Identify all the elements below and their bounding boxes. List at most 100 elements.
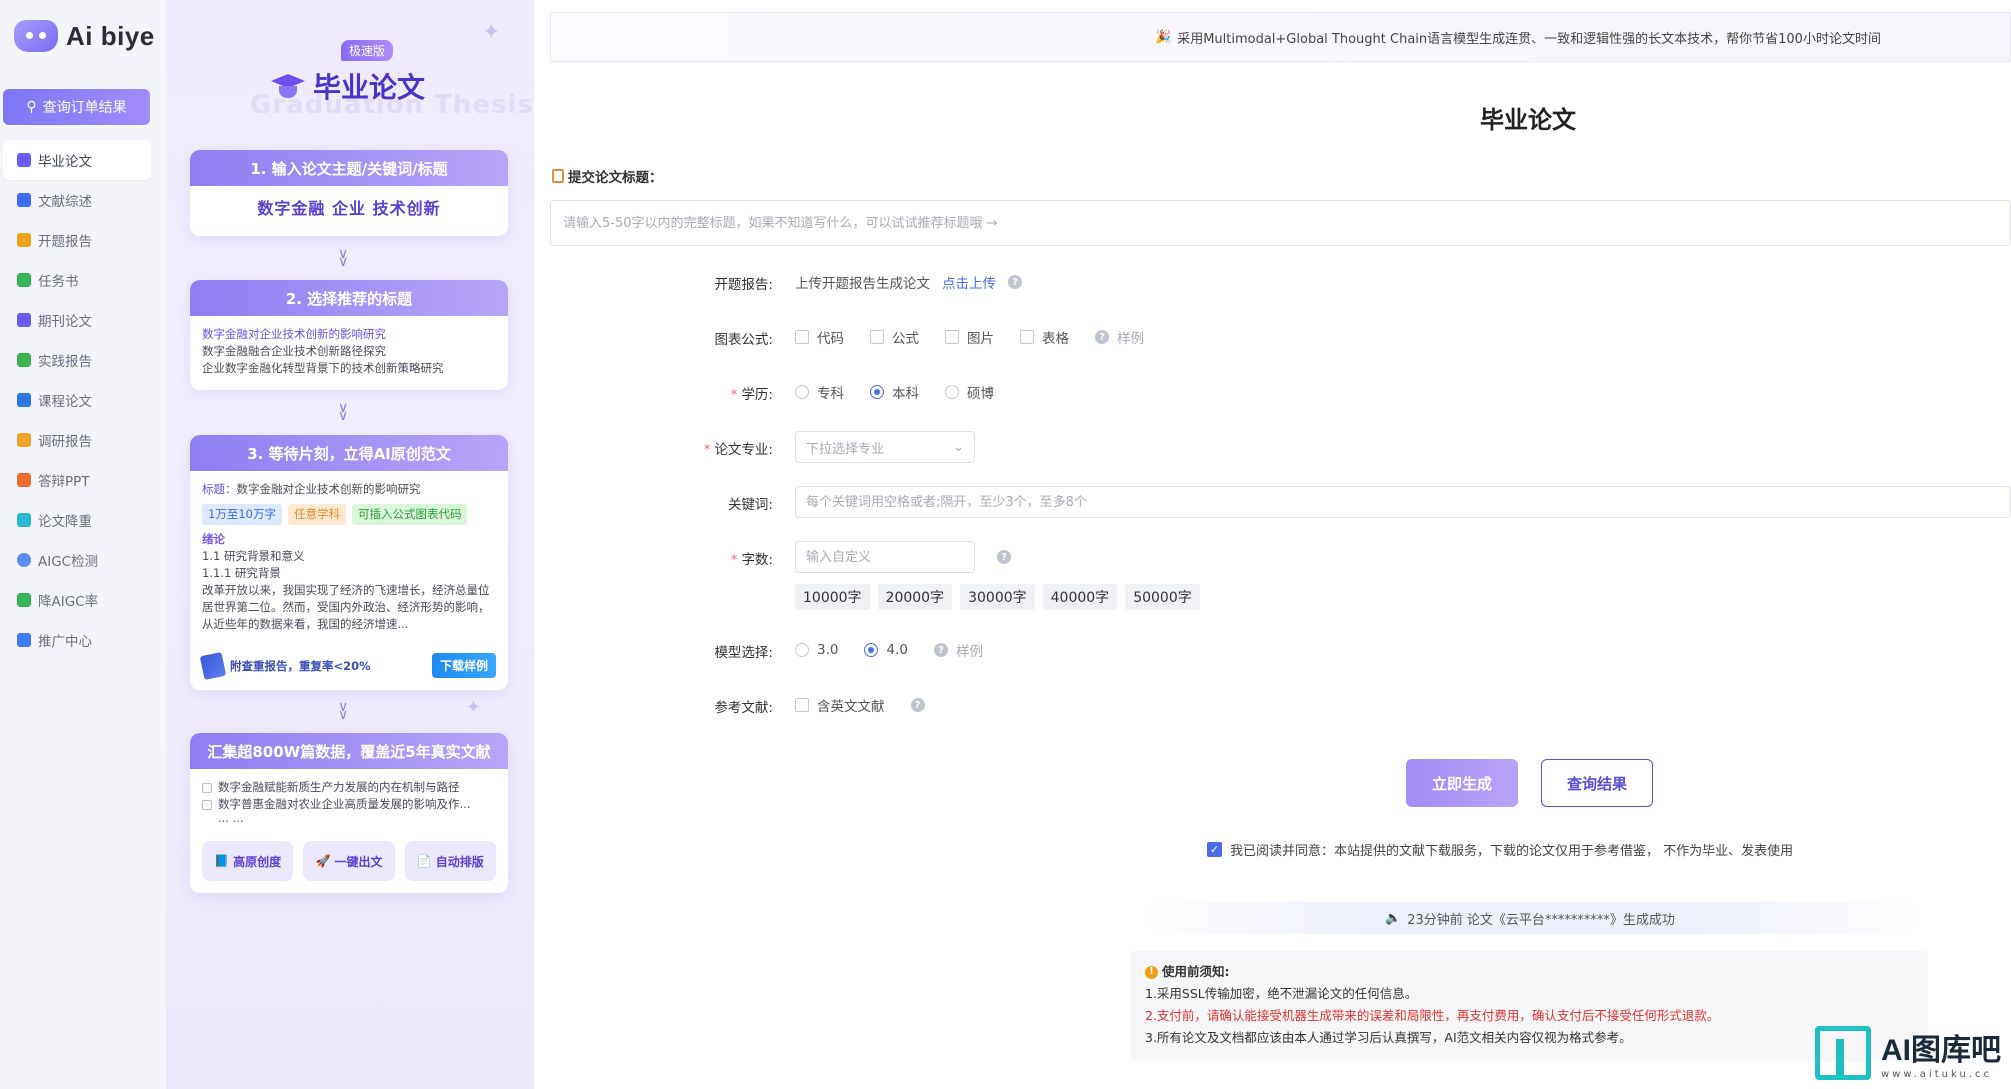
party-icon: 🎉 bbox=[1155, 29, 1172, 45]
feature-label: 一键出文 bbox=[334, 854, 383, 869]
generate-button[interactable]: 立即生成 bbox=[1406, 759, 1518, 807]
graduation-cap-icon bbox=[271, 72, 305, 100]
feature-auto-layout: 📄 自动排版 bbox=[404, 841, 496, 881]
promo-title: 毕业论文 bbox=[271, 66, 425, 106]
sidebar-nav: 毕业论文 文献综述 开题报告 任务书 期刊论文 实践报告 课程论文 调研报告 答… bbox=[3, 140, 151, 660]
logo[interactable]: Ai biye bbox=[14, 20, 155, 52]
help-icon[interactable]: ? bbox=[1008, 275, 1022, 289]
feature-row: 📘 高原创度 🚀 一键出文 📄 自动排版 bbox=[202, 841, 496, 881]
sample-title-value: 数字金融对企业技术创新的影响研究 bbox=[236, 482, 421, 496]
checkbox-image[interactable]: 图片 bbox=[945, 327, 994, 347]
book-icon bbox=[199, 651, 227, 680]
proposal-field: 上传开题报告生成论文 点击上传 ? bbox=[795, 272, 1022, 292]
sample-label: 样例 bbox=[955, 644, 983, 660]
robot-logo-icon bbox=[14, 20, 58, 52]
keywords-input[interactable] bbox=[795, 486, 2011, 518]
checkbox-icon bbox=[795, 330, 809, 344]
help-icon[interactable]: ? bbox=[910, 698, 925, 712]
option-label: 3.0 bbox=[817, 642, 839, 658]
preset-50000[interactable]: 50000字 bbox=[1125, 584, 1200, 610]
logo-text: Ai biye bbox=[66, 20, 155, 51]
document-icon bbox=[552, 169, 564, 183]
sidebar-item-practice-report[interactable]: 实践报告 bbox=[3, 340, 151, 380]
thesis-title-input[interactable] bbox=[550, 200, 2011, 246]
checkbox-checked-icon[interactable]: ✓ bbox=[1207, 842, 1222, 857]
literature-item: 数字金融赋能新质生产力发展的内在机制与路径 bbox=[218, 780, 460, 794]
checkbox-code[interactable]: 代码 bbox=[795, 327, 844, 347]
checkbox-table[interactable]: 表格 bbox=[1020, 327, 1069, 347]
option-label: 表格 bbox=[1042, 331, 1069, 347]
preset-40000[interactable]: 40000字 bbox=[1042, 584, 1118, 610]
ticker-text: 23分钟前 论文《云平台**********》生成成功 bbox=[1407, 912, 1675, 928]
sidebar-item-literature-review[interactable]: 文献综述 bbox=[3, 180, 151, 220]
option-label: 4.0 bbox=[886, 642, 908, 658]
sidebar-item-journal-paper[interactable]: 期刊论文 bbox=[3, 300, 151, 340]
radio-junior-college[interactable]: 专科 bbox=[795, 382, 844, 402]
upload-link[interactable]: 点击上传 bbox=[942, 272, 996, 292]
model-field: 3.0 4.0 ? 样例 bbox=[795, 640, 997, 660]
sidebar-item-label: 课程论文 bbox=[38, 394, 92, 410]
major-field: 下拉选择专业 ⌄ bbox=[795, 431, 975, 463]
tag-word-range: 1万至10万字 bbox=[202, 504, 282, 525]
proposal-text: 上传开题报告生成论文 bbox=[795, 276, 930, 292]
sidebar-item-plagiarism-reduction[interactable]: 论文降重 bbox=[3, 500, 151, 540]
clipboard-icon bbox=[17, 353, 31, 367]
option-label: 专科 bbox=[817, 386, 844, 402]
notice-head: ! 使用前须知: bbox=[1145, 961, 1914, 983]
ellipsis: ... ... bbox=[218, 811, 244, 825]
sidebar-item-proposal[interactable]: 开题报告 bbox=[3, 220, 151, 260]
step3-head: 3. 等待片刻，立得AI原创范文 bbox=[190, 435, 508, 471]
model-label: 模型选择: bbox=[714, 645, 773, 661]
feature-one-click: 🚀 一键出文 bbox=[303, 841, 395, 881]
sidebar-item-task-book[interactable]: 任务书 bbox=[3, 260, 151, 300]
figures-field: 代码 公式 图片 表格 ? 样例 bbox=[795, 327, 1158, 347]
sample-tags: 1万至10万字 任意学科 可插入公式图表代码 bbox=[202, 504, 496, 525]
speaker-icon: 🔈 bbox=[1385, 910, 1402, 926]
radio-selected-icon bbox=[864, 643, 879, 657]
sample-section: 绪论 bbox=[202, 532, 225, 546]
preset-20000[interactable]: 20000字 bbox=[877, 584, 953, 610]
figures-sample-link[interactable]: ? 样例 bbox=[1095, 327, 1144, 347]
outline-line: 1.1.1 研究背景 bbox=[202, 566, 281, 580]
major-select[interactable]: 下拉选择专业 ⌄ bbox=[795, 431, 975, 463]
promo-title-text: 毕业论文 bbox=[313, 71, 426, 104]
sidebar-item-label: 文献综述 bbox=[38, 194, 92, 210]
sidebar-item-course-paper[interactable]: 课程论文 bbox=[3, 380, 151, 420]
step4-head: 汇集超800W篇数据，覆盖近5年真实文献 bbox=[190, 733, 508, 769]
radio-icon bbox=[795, 643, 809, 657]
preset-10000[interactable]: 10000字 bbox=[795, 584, 870, 610]
option-label: 硕博 bbox=[967, 386, 994, 402]
radio-model-4[interactable]: 4.0 bbox=[864, 642, 908, 658]
sidebar-item-graduation-thesis[interactable]: 毕业论文 bbox=[3, 140, 151, 180]
feature-label: 自动排版 bbox=[435, 854, 484, 869]
checkbox-english-refs[interactable]: 含英文文献 bbox=[795, 695, 885, 715]
sidebar-item-label: 开题报告 bbox=[38, 234, 92, 250]
success-ticker: 🔈 23分钟前 论文《云平台**********》生成成功 bbox=[1140, 902, 1920, 934]
download-sample-button[interactable]: 下载样例 bbox=[431, 653, 496, 678]
top-banner: 🎉 采用Multimodal+Global Thought Chain语言模型生… bbox=[550, 12, 2011, 62]
agreement: ✓ 我已阅读并同意：本站提供的文献下载服务，下载的论文仅用于参考借鉴， 不作为毕… bbox=[1207, 840, 1793, 859]
model-sample-link[interactable]: ? 样例 bbox=[933, 640, 983, 660]
chevron-down-icon: ⌄ bbox=[953, 439, 964, 455]
radio-bachelor[interactable]: 本科 bbox=[870, 382, 919, 402]
sidebar-item-label: 期刊论文 bbox=[38, 314, 92, 330]
sidebar-item-promotion-center[interactable]: 推广中心 bbox=[3, 620, 151, 660]
wordcount-input[interactable] bbox=[795, 541, 975, 573]
sidebar-item-research-report[interactable]: 调研报告 bbox=[3, 420, 151, 460]
major-label: * 论文专业: bbox=[704, 438, 773, 458]
warning-icon: ! bbox=[1145, 965, 1158, 979]
help-icon[interactable]: ? bbox=[997, 550, 1011, 564]
radio-model-3[interactable]: 3.0 bbox=[795, 642, 838, 658]
query-result-button[interactable]: 查询结果 bbox=[1541, 759, 1653, 807]
chart-down-icon bbox=[17, 513, 31, 527]
sidebar-item-reduce-aigc[interactable]: 降AIGC率 bbox=[3, 580, 151, 620]
radio-selected-icon bbox=[870, 385, 884, 399]
sidebar-item-aigc-detection[interactable]: AIGC检测 bbox=[3, 540, 151, 580]
option-label: 公式 bbox=[892, 331, 919, 347]
query-order-button[interactable]: ⚲ 查询订单结果 bbox=[3, 89, 150, 125]
sidebar-item-defense-ppt[interactable]: 答辩PPT bbox=[3, 460, 151, 500]
checkbox-formula[interactable]: 公式 bbox=[870, 327, 919, 347]
preset-30000[interactable]: 30000字 bbox=[960, 584, 1035, 610]
radio-master-doctor[interactable]: 硕博 bbox=[945, 382, 994, 402]
promo-panel: ✦ ✦ 极速版 Graduation Thesis 毕业论文 1. 输入论文主题… bbox=[166, 0, 534, 1089]
